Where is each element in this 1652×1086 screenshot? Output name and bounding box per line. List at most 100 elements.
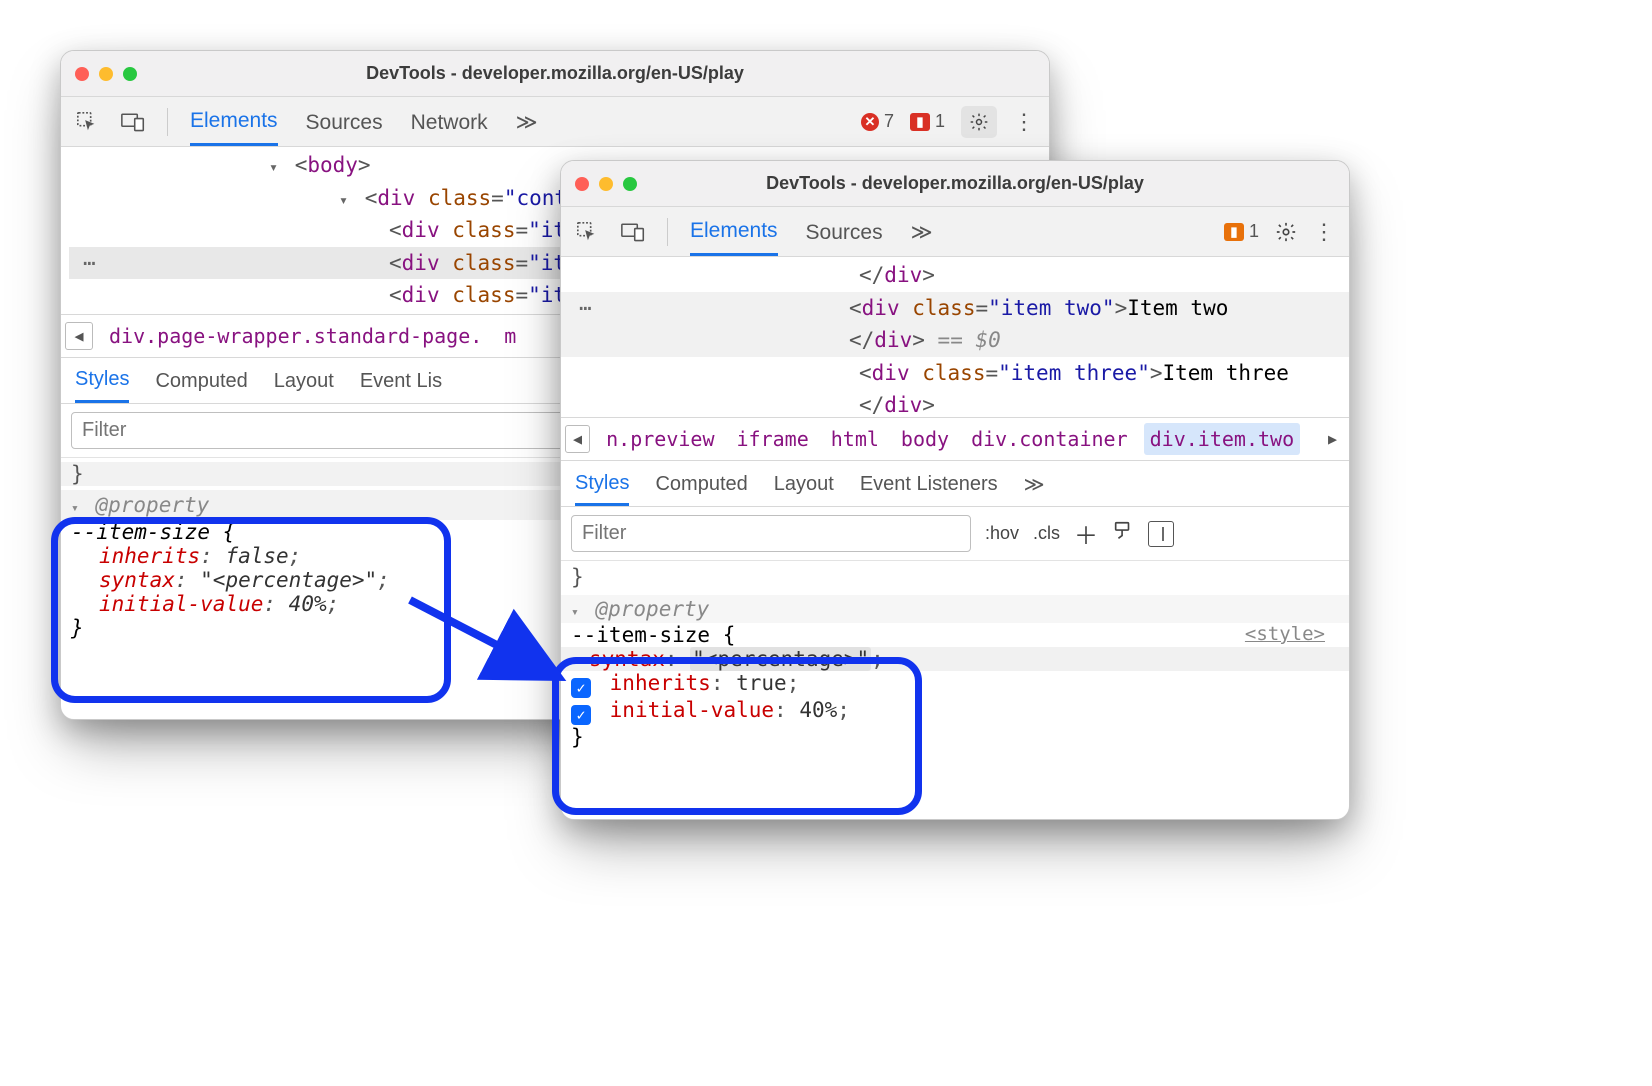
warn-badge[interactable]: ▮ 1: [910, 111, 945, 132]
tab-styles[interactable]: Styles: [575, 461, 629, 506]
prop-value[interactable]: 40%: [799, 698, 837, 722]
filter-row: :hov .cls ＋: [561, 507, 1349, 561]
prop-name[interactable]: initial-value: [99, 592, 263, 616]
rule-selector[interactable]: --item-size {: [571, 623, 1339, 647]
issues-area: ✕ 7 ▮ 1 ⋮: [861, 106, 1035, 138]
traffic-lights: [75, 67, 137, 81]
prop-enable-checkbox[interactable]: ✓: [571, 678, 591, 698]
twisty-icon[interactable]: [571, 597, 583, 621]
titlebar: DevTools - developer.mozilla.org/en-US/p…: [61, 51, 1049, 97]
prop-name[interactable]: syntax: [589, 647, 665, 671]
prop-value[interactable]: "<percentage>": [200, 568, 377, 592]
warn-count: 1: [1249, 221, 1259, 242]
devtools-tabs: Elements Sources ≫: [690, 207, 933, 256]
minimize-icon[interactable]: [599, 177, 613, 191]
tab-computed[interactable]: Computed: [655, 461, 747, 506]
styles-pane[interactable]: } @property <style> --item-size { syntax…: [561, 561, 1349, 759]
rule-close: }: [571, 725, 1339, 749]
cls-toggle[interactable]: .cls: [1033, 523, 1060, 544]
tab-event-listeners[interactable]: Event Listeners: [860, 461, 998, 506]
breadcrumb-scroll-right[interactable]: ▶: [1320, 425, 1345, 453]
kebab-menu-icon[interactable]: ⋮: [1013, 109, 1035, 135]
filter-input[interactable]: [571, 515, 971, 552]
device-mode-icon[interactable]: [621, 220, 645, 244]
prop-name[interactable]: syntax: [99, 568, 175, 592]
inspect-element-icon[interactable]: [75, 110, 99, 134]
device-mode-icon[interactable]: [121, 110, 145, 134]
hov-toggle[interactable]: :hov: [985, 523, 1019, 544]
tabs-more-icon[interactable]: ≫: [1024, 461, 1045, 506]
window-title: DevTools - developer.mozilla.org/en-US/p…: [61, 63, 1049, 84]
tab-elements[interactable]: Elements: [190, 97, 278, 146]
tab-sources[interactable]: Sources: [306, 97, 383, 146]
breadcrumb-item[interactable]: iframe: [730, 423, 814, 455]
breadcrumb-scroll-left[interactable]: ◀: [565, 425, 590, 453]
settings-button[interactable]: [961, 106, 997, 138]
brush-icon[interactable]: [1112, 520, 1134, 547]
close-icon[interactable]: [575, 177, 589, 191]
gear-icon[interactable]: [1275, 221, 1297, 243]
kebab-menu-icon[interactable]: ⋮: [1313, 219, 1335, 245]
tab-layout[interactable]: Layout: [274, 358, 334, 403]
panel-layout-icon[interactable]: [1148, 521, 1174, 547]
prop-name[interactable]: inherits: [610, 671, 711, 695]
error-badge[interactable]: ✕ 7: [861, 111, 894, 132]
twisty-icon[interactable]: [339, 186, 352, 210]
maximize-icon[interactable]: [623, 177, 637, 191]
prop-enable-checkbox[interactable]: ✓: [571, 705, 591, 725]
twisty-icon[interactable]: [269, 153, 282, 177]
tab-computed[interactable]: Computed: [155, 358, 247, 403]
prop-value[interactable]: true: [736, 671, 787, 695]
tab-network[interactable]: Network: [411, 97, 488, 146]
breadcrumb-item[interactable]: body: [895, 423, 955, 455]
inspect-element-icon[interactable]: [575, 220, 599, 244]
selected-node-marker: == $0: [938, 328, 1001, 352]
tab-styles[interactable]: Styles: [75, 358, 129, 403]
prop-name[interactable]: initial-value: [610, 698, 774, 722]
breadcrumb-item[interactable]: div.page-wrapper.standard-page.: [103, 320, 488, 352]
source-link[interactable]: <style>: [1245, 623, 1325, 645]
tabs-more-icon[interactable]: ≫: [516, 97, 538, 146]
warn-count: 1: [935, 111, 945, 132]
traffic-lights: [575, 177, 637, 191]
breadcrumb-scroll-left[interactable]: ◀: [65, 322, 93, 350]
devtools-tabs: Elements Sources Network ≫: [190, 97, 538, 146]
devtools-toolbar: Elements Sources ≫ ▮ 1 ⋮: [561, 207, 1349, 257]
inspector-tabs: Styles Computed Layout Event Listeners ≫: [561, 461, 1349, 507]
breadcrumb-item-selected[interactable]: div.item.two: [1144, 423, 1301, 455]
warn-icon: ▮: [1224, 223, 1244, 241]
breadcrumb-item[interactable]: n.preview: [600, 423, 720, 455]
tabs-more-icon[interactable]: ≫: [911, 207, 933, 256]
breadcrumb[interactable]: ◀ n.preview iframe html body div.contain…: [561, 417, 1349, 461]
warn-icon: ▮: [910, 113, 930, 131]
twisty-icon[interactable]: [71, 493, 83, 517]
expand-dots-icon[interactable]: ⋯: [83, 247, 97, 280]
at-property-header: @property: [595, 597, 709, 621]
tab-elements[interactable]: Elements: [690, 207, 778, 256]
error-count: 7: [884, 111, 894, 132]
tab-layout[interactable]: Layout: [774, 461, 834, 506]
breadcrumb-item[interactable]: html: [825, 423, 885, 455]
devtools-toolbar: Elements Sources Network ≫ ✕ 7 ▮ 1 ⋮: [61, 97, 1049, 147]
maximize-icon[interactable]: [123, 67, 137, 81]
error-icon: ✕: [861, 113, 879, 131]
tab-sources[interactable]: Sources: [806, 207, 883, 256]
at-property-header: @property: [95, 493, 209, 517]
breadcrumb-item[interactable]: m: [498, 320, 522, 352]
devtools-window-front: DevTools - developer.mozilla.org/en-US/p…: [560, 160, 1350, 820]
prop-name[interactable]: inherits: [99, 544, 200, 568]
minimize-icon[interactable]: [99, 67, 113, 81]
tab-event-listeners[interactable]: Event Lis: [360, 358, 442, 403]
close-icon[interactable]: [75, 67, 89, 81]
breadcrumb-item[interactable]: div.container: [965, 423, 1134, 455]
warn-badge[interactable]: ▮ 1: [1224, 221, 1259, 242]
dom-tree[interactable]: </div> ⋯ <div class="item two">Item two …: [561, 257, 1349, 417]
new-rule-button[interactable]: ＋: [1074, 516, 1098, 551]
expand-dots-icon[interactable]: ⋯: [579, 292, 593, 325]
window-title: DevTools - developer.mozilla.org/en-US/p…: [561, 173, 1349, 194]
issues-area: ▮ 1 ⋮: [1224, 219, 1335, 245]
titlebar: DevTools - developer.mozilla.org/en-US/p…: [561, 161, 1349, 207]
prop-value[interactable]: 40%: [289, 592, 327, 616]
prop-value[interactable]: false: [225, 544, 288, 568]
prop-value[interactable]: "<percentage>": [690, 647, 871, 671]
